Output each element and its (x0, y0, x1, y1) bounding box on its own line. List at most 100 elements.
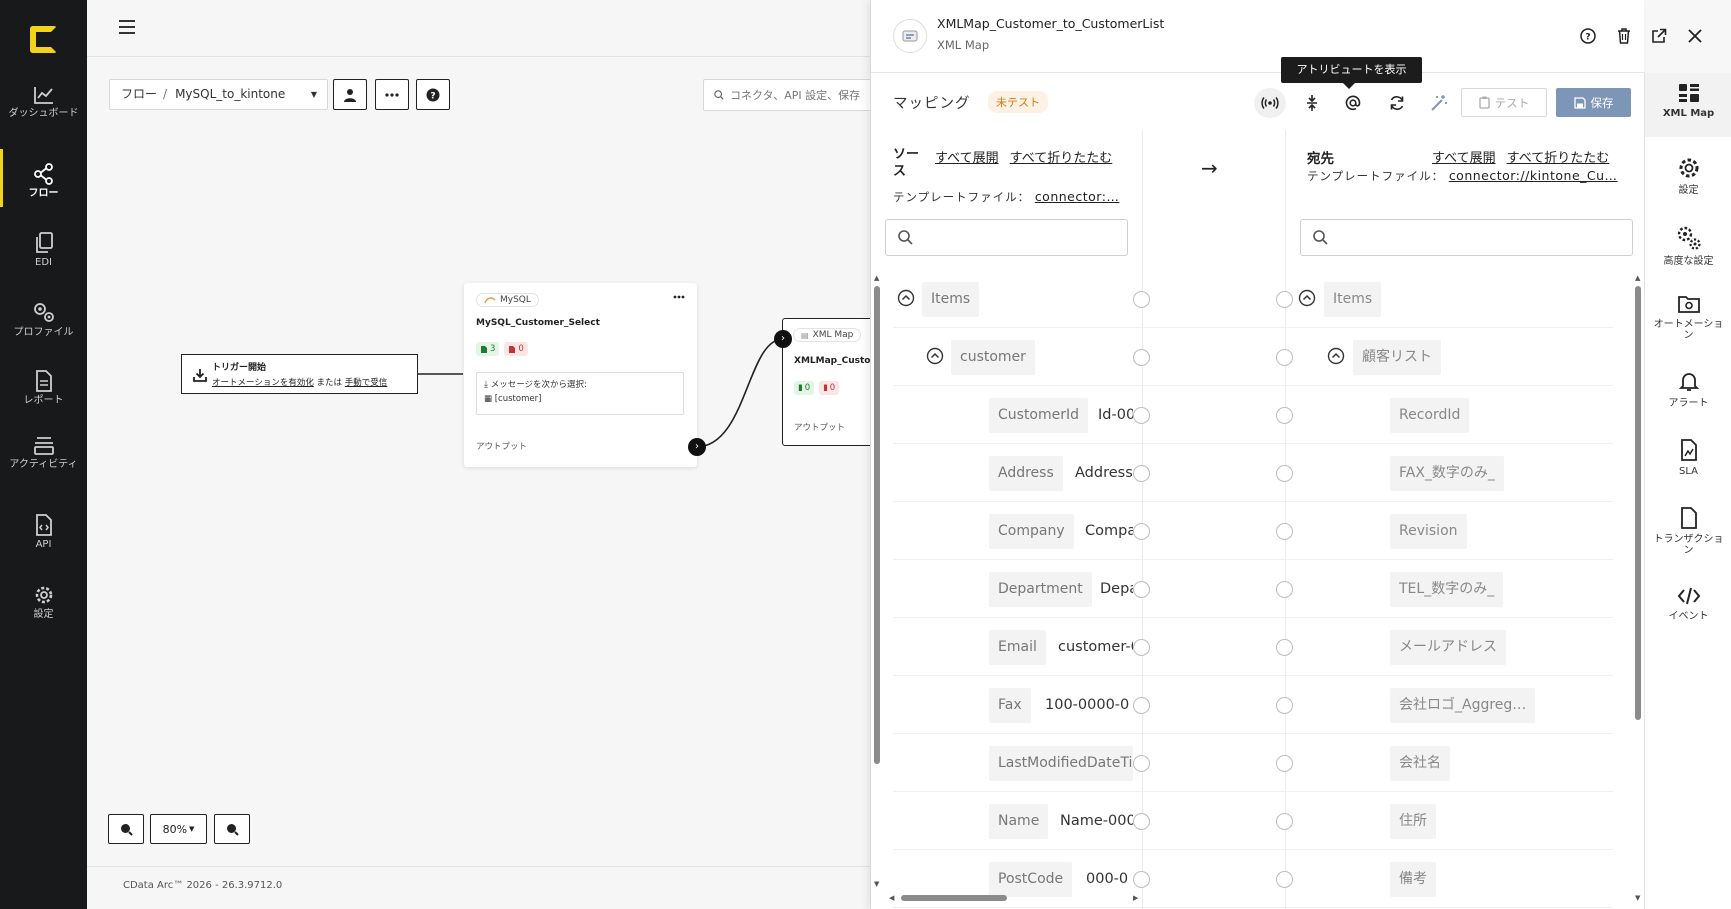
nav-item-flow[interactable]: フロー (0, 149, 87, 207)
close-button[interactable] (1684, 25, 1706, 47)
source-template-link[interactable]: connector:… (1035, 189, 1120, 204)
cdata-logo[interactable] (30, 26, 57, 53)
source-field[interactable]: Email (989, 630, 1046, 665)
scroll-down-arrow-icon[interactable]: ▼ (874, 880, 879, 888)
dest-vertical-scrollbar[interactable] (1635, 286, 1641, 720)
dest-field[interactable]: FAX_数字のみ_ (1390, 456, 1504, 491)
dest-field[interactable]: 備考 (1390, 862, 1436, 897)
open-external-button[interactable] (1648, 25, 1670, 47)
save-button[interactable]: 保存 (1556, 88, 1631, 117)
dest-connector-dot[interactable] (1276, 639, 1293, 656)
source-node-customer[interactable]: customer (951, 340, 1035, 375)
source-connector-dot[interactable] (1133, 639, 1150, 656)
source-connector-dot[interactable] (1133, 697, 1150, 714)
dest-connector-dot[interactable] (1276, 523, 1293, 540)
dest-field[interactable]: 住所 (1390, 804, 1436, 839)
nav-item-activity[interactable]: アクティビティ (0, 436, 87, 470)
zoom-out-button[interactable] (214, 814, 250, 844)
dest-template-link[interactable]: connector://kintone_Cu… (1449, 168, 1618, 183)
auto-map-button[interactable] (1423, 88, 1455, 118)
source-vertical-scrollbar[interactable] (874, 286, 880, 764)
zoom-level-select[interactable]: 80% ▼ (150, 814, 207, 844)
dest-connector-dot[interactable] (1276, 407, 1293, 424)
nav-item-report[interactable]: レポート (0, 370, 87, 406)
dest-connector-dot[interactable] (1276, 581, 1293, 598)
scroll-up-arrow-icon[interactable]: ▲ (874, 274, 879, 282)
collapse-circle-icon[interactable] (897, 289, 915, 307)
collapse-circle-icon[interactable] (1327, 347, 1345, 365)
dest-connector-dot[interactable] (1276, 755, 1293, 772)
nav-item-profile[interactable]: プロファイル (0, 300, 87, 338)
error-count-badge[interactable]: ▮ 0 (819, 381, 840, 395)
dest-field[interactable]: RecordId (1390, 398, 1470, 433)
show-attributes-button[interactable] (1254, 88, 1286, 118)
trigger-start-node[interactable]: トリガー開始 オートメーションを有効化 または 手動で受信 (181, 354, 418, 394)
source-connector-dot[interactable] (1133, 349, 1150, 366)
dest-connector-dot[interactable] (1276, 349, 1293, 366)
dest-connector-dot[interactable] (1276, 813, 1293, 830)
dest-connector-dot[interactable] (1276, 697, 1293, 714)
dest-search[interactable] (1300, 219, 1633, 256)
sidebar-item-settings[interactable]: 設定 (1645, 156, 1731, 196)
nav-item-edi[interactable]: EDI (0, 232, 87, 268)
source-field[interactable]: Address (989, 456, 1063, 491)
source-connector-dot[interactable] (1133, 755, 1150, 772)
dest-connector-dot[interactable] (1276, 871, 1293, 888)
refresh-button[interactable] (1381, 88, 1413, 118)
source-field[interactable]: PostCode (989, 862, 1073, 897)
test-button[interactable]: テスト (1461, 88, 1547, 117)
source-connector-dot[interactable] (1133, 407, 1150, 424)
scroll-right-arrow-icon[interactable]: ▶ (1133, 894, 1138, 902)
source-node-items[interactable]: Items (922, 282, 980, 317)
scroll-left-arrow-icon[interactable]: ◀ (889, 894, 894, 902)
source-connector-dot[interactable] (1133, 813, 1150, 830)
zoom-in-button[interactable] (108, 814, 144, 844)
dest-field[interactable]: 会社ロゴ_Aggreg… (1390, 688, 1536, 723)
source-connector-dot[interactable] (1133, 523, 1150, 540)
dest-field[interactable]: メールアドレス (1390, 630, 1506, 665)
nav-item-api[interactable]: API (0, 514, 87, 550)
dest-field[interactable]: Revision (1390, 514, 1467, 549)
namespace-button[interactable] (1337, 88, 1369, 118)
scroll-up-arrow-icon[interactable]: ▲ (1635, 274, 1640, 282)
source-field[interactable]: LastModifiedDateTime (989, 746, 1133, 781)
dest-search-input[interactable] (1336, 230, 1624, 245)
source-collapse-all-link[interactable]: すべて折りたたむ (1010, 151, 1113, 166)
source-connector-dot[interactable] (1133, 291, 1150, 308)
nav-item-settings[interactable]: 設定 (0, 584, 87, 620)
dest-collapse-all-link[interactable]: すべて折りたたむ (1507, 151, 1610, 166)
source-field[interactable]: Fax (989, 688, 1031, 723)
source-connector-dot[interactable] (1133, 465, 1150, 482)
sidebar-item-xml-map[interactable]: XML Map (1645, 73, 1731, 137)
source-expand-all-link[interactable]: すべて展開 (935, 151, 999, 166)
source-field[interactable]: Department (989, 572, 1092, 607)
sidebar-item-alert[interactable]: アラート (1645, 371, 1731, 409)
dest-field[interactable]: TEL_数字のみ_ (1390, 572, 1504, 607)
success-count-badge[interactable]: ▮ 0 (794, 381, 815, 395)
enable-automation-link[interactable]: オートメーションを有効化 (212, 378, 314, 388)
output-port-chevron-icon[interactable]: › (688, 438, 706, 456)
source-field[interactable]: Name (989, 804, 1049, 839)
source-connector-dot[interactable] (1133, 871, 1150, 888)
input-port-chevron-icon[interactable]: › (774, 330, 792, 348)
mysql-node[interactable]: MySQL MySQL_Customer_Select 3 0 ⤓ メッセージを… (464, 283, 706, 467)
dest-node-customer-list[interactable]: 顧客リスト (1353, 340, 1441, 375)
sidebar-item-event[interactable]: イベント (1645, 586, 1731, 622)
source-connector-dot[interactable] (1133, 581, 1150, 598)
manual-receive-link[interactable]: 手動で受信 (345, 378, 388, 388)
sidebar-item-automation[interactable]: オートメーション (1645, 294, 1731, 341)
dest-field[interactable]: 会社名 (1390, 746, 1450, 781)
dest-node-items[interactable]: Items (1324, 282, 1382, 317)
help-button[interactable]: ? (1577, 25, 1599, 47)
message-select-box[interactable]: ⤓ メッセージを次から選択: ▦ [customer] (476, 372, 684, 415)
xmlmap-node[interactable]: ▤ XML Map XMLMap_Customer_to_CustomerLis… (782, 318, 877, 446)
collapse-circle-icon[interactable] (1298, 289, 1316, 307)
success-count-badge[interactable]: 3 (476, 342, 500, 356)
collapse-circle-icon[interactable] (926, 347, 944, 365)
dest-connector-dot[interactable] (1276, 465, 1293, 482)
sidebar-item-advanced-settings[interactable]: 高度な設定 (1645, 225, 1731, 267)
scroll-down-arrow-icon[interactable]: ▼ (1635, 894, 1640, 902)
sidebar-item-transaction[interactable]: トランザクション (1645, 507, 1731, 556)
dest-connector-dot[interactable] (1276, 291, 1293, 308)
dest-expand-all-link[interactable]: すべて展開 (1432, 151, 1496, 166)
